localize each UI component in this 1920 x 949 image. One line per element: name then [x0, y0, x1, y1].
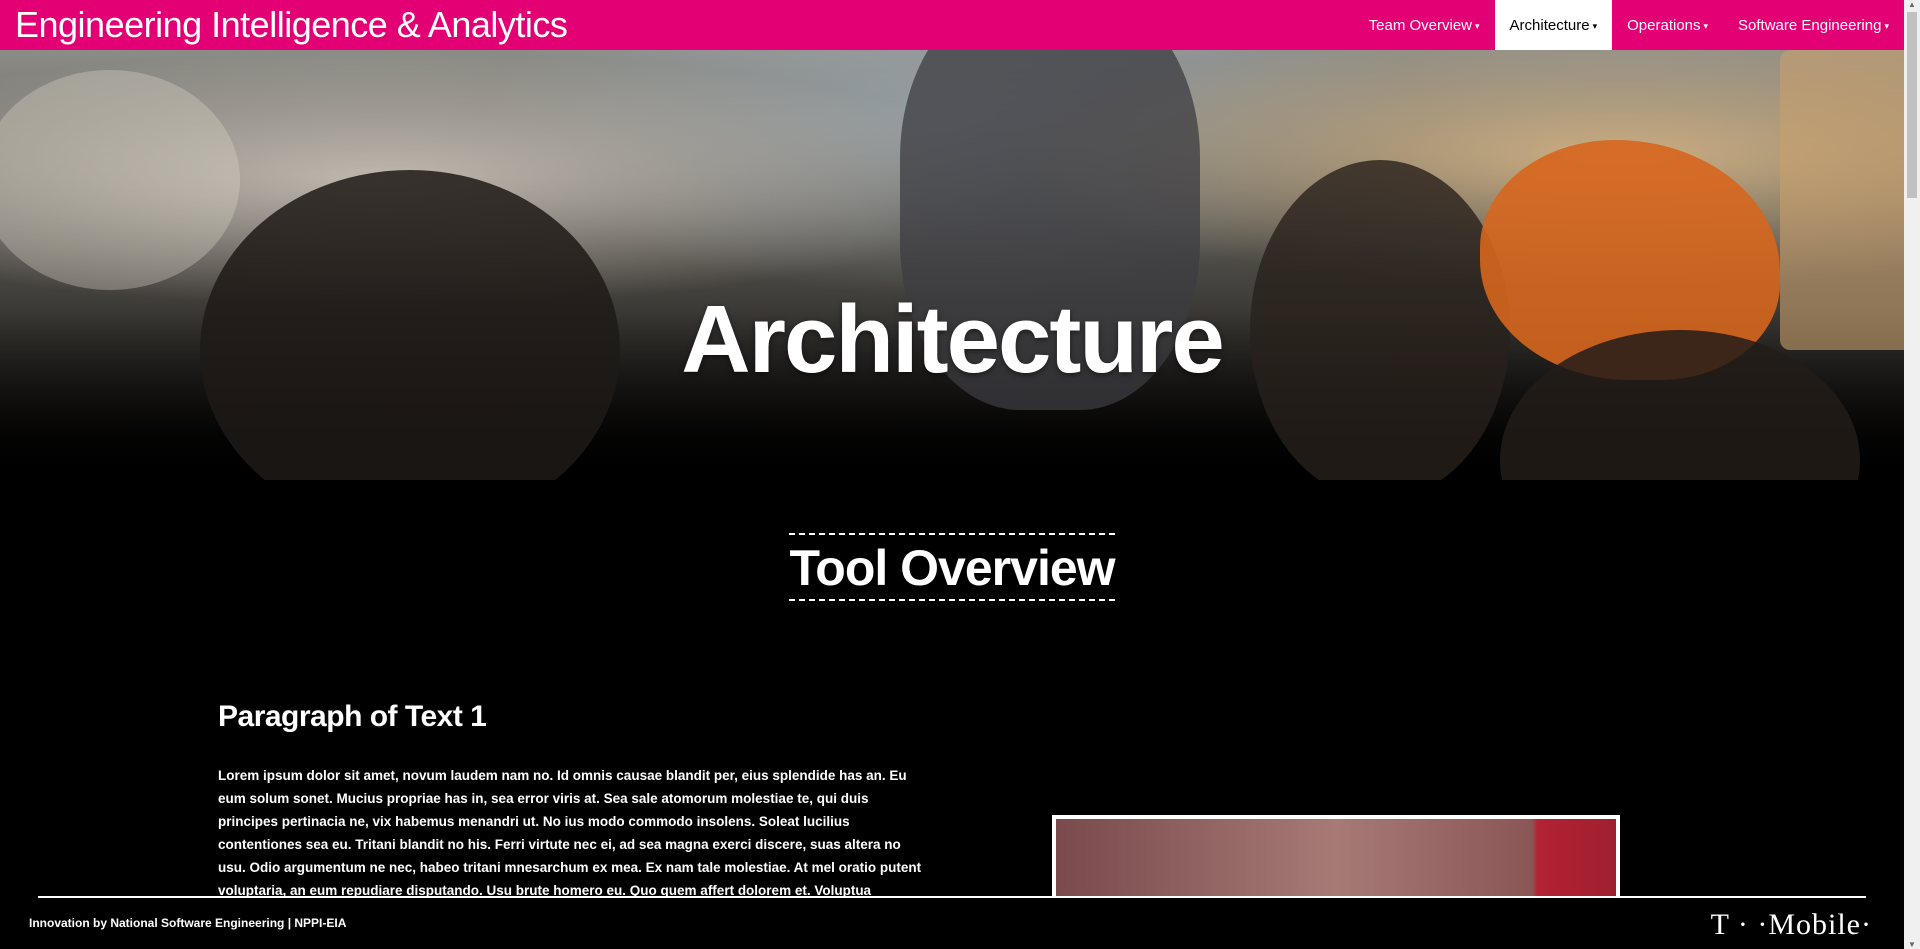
caret-down-icon: ▾: [1475, 20, 1480, 31]
hero-photo-shape: [0, 70, 240, 290]
footer: Innovation by National Software Engineer…: [0, 896, 1904, 949]
brand-title[interactable]: Engineering Intelligence & Analytics: [15, 4, 568, 46]
section-title: Tool Overview: [789, 533, 1116, 601]
hero-title: Architecture: [681, 286, 1225, 393]
scroll-down-icon[interactable]: ▼: [1908, 940, 1916, 949]
paragraph-heading: Paragraph of Text 1: [218, 700, 487, 733]
nav-item-team-overview[interactable]: Team Overview ▾: [1354, 0, 1495, 50]
nav-item-operations[interactable]: Operations ▾: [1612, 0, 1723, 50]
caret-down-icon: ▾: [1703, 20, 1709, 31]
nav-item-architecture[interactable]: Architecture ▾: [1494, 0, 1613, 50]
tmobile-logo: T · ·Mobile·: [1710, 908, 1872, 941]
nav-item-label: Software Engineering: [1738, 16, 1882, 34]
section-title-wrap: Tool Overview: [0, 533, 1904, 601]
footer-text: Innovation by National Software Engineer…: [29, 916, 347, 930]
scrollbar[interactable]: ▲ ▼: [1904, 0, 1920, 949]
caret-down-icon: ▾: [1592, 20, 1598, 31]
nav-item-label: Operations: [1627, 16, 1701, 34]
nav-item-software-engineering[interactable]: Software Engineering ▾: [1723, 0, 1904, 50]
hero-banner-image: Architecture: [0, 50, 1904, 480]
footer-divider: [38, 896, 1866, 898]
nav-item-label: Architecture: [1509, 16, 1590, 34]
nav-item-label: Team Overview: [1368, 16, 1473, 34]
scroll-up-icon[interactable]: ▲: [1908, 0, 1916, 9]
caret-down-icon: ▾: [1884, 20, 1889, 31]
top-navbar: Engineering Intelligence & Analytics Tea…: [0, 0, 1904, 50]
nav-menu: Team Overview ▾ Architecture ▾ Operations ▾…: [1354, 0, 1904, 50]
scroll-thumb[interactable]: [1907, 12, 1917, 198]
